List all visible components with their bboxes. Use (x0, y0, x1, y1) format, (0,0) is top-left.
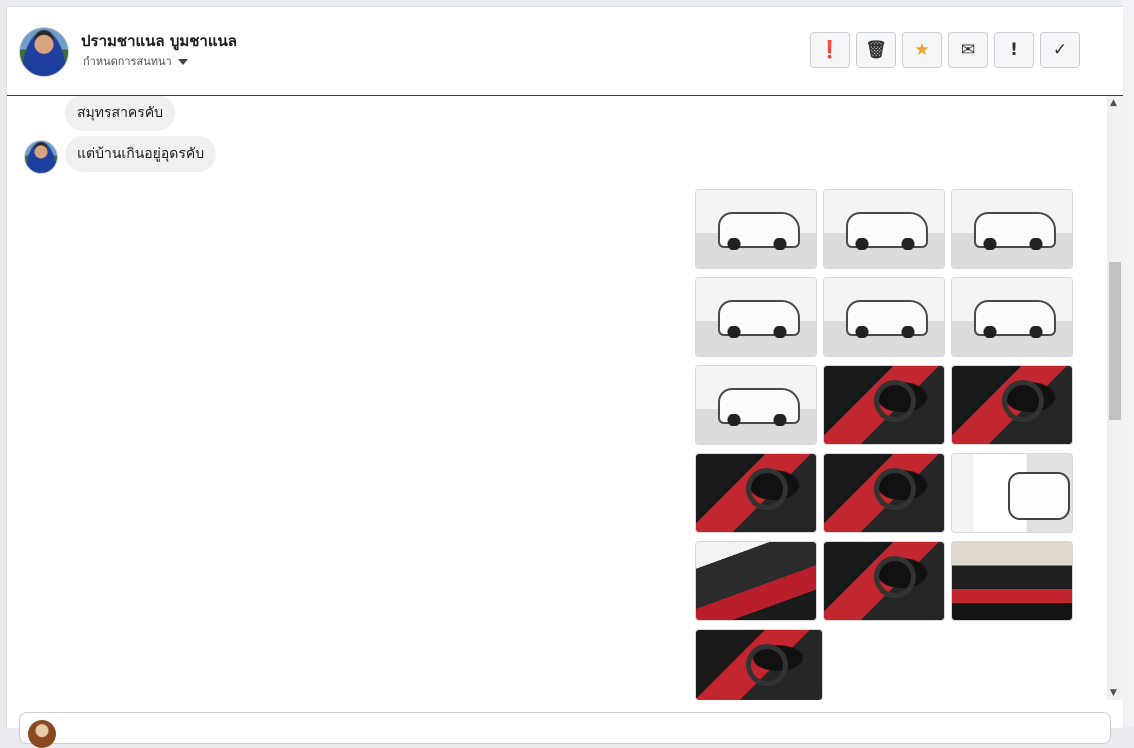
mark-spam-button[interactable]: ❗ (810, 32, 850, 68)
car-photo-9[interactable] (951, 365, 1073, 445)
car-photo-4[interactable] (695, 277, 817, 357)
page-avatar (28, 720, 56, 748)
car-photo-2[interactable] (823, 189, 945, 269)
check-icon: ✓ (1052, 40, 1068, 60)
car-photo-16[interactable] (695, 629, 823, 700)
car-photo-8[interactable] (823, 365, 945, 445)
caret-down-icon (177, 59, 188, 65)
conversation-panel: ปรามชาแนล บูมชาแนล กำหนดการสนทนา ❗ 🗑 ★ ✉… (6, 6, 1123, 748)
conversation-toolbar: ❗ 🗑 ★ ✉ ! ✓ (810, 32, 1080, 68)
thread-scrollbar[interactable]: ▲ ▼ (1107, 96, 1123, 700)
reply-composer[interactable] (19, 712, 1111, 748)
conversation-settings-dropdown[interactable]: กำหนดการสนทนา (83, 52, 188, 70)
car-photo-13[interactable] (695, 541, 817, 621)
car-photo-14[interactable] (823, 541, 945, 621)
car-photo-15[interactable] (951, 541, 1073, 621)
car-photo-12[interactable] (951, 453, 1073, 533)
contact-name[interactable]: ปรามชาแนล บูมชาแนล (81, 29, 237, 53)
star-icon: ★ (914, 40, 930, 60)
trash-icon: 🗑 (865, 40, 887, 60)
message-bubble: แต่บ้านเกินอยู่อุดรคับ (65, 136, 217, 172)
scroll-down-icon[interactable]: ▼ (1110, 688, 1117, 698)
car-photo-7[interactable] (695, 365, 817, 445)
conversation-settings-label: กำหนดการสนทนา (83, 55, 172, 68)
alert-circle-icon: ❗ (819, 40, 841, 60)
car-photo-5[interactable] (823, 277, 945, 357)
conversation-header: ปรามชาแนล บูมชาแนล กำหนดการสนทนา ❗ 🗑 ★ ✉… (7, 7, 1123, 96)
scroll-thumb[interactable] (1109, 262, 1121, 420)
scroll-up-icon[interactable]: ▲ (1110, 98, 1117, 108)
delete-button[interactable]: 🗑 (856, 32, 896, 68)
car-photo-1[interactable] (695, 189, 817, 269)
window-right-rail (1122, 0, 1134, 727)
car-photo-11[interactable] (823, 453, 945, 533)
car-photo-6[interactable] (951, 277, 1073, 357)
follow-up-button[interactable]: ! (994, 32, 1034, 68)
envelope-icon: ✉ (960, 40, 976, 60)
exclamation-icon: ! (1010, 40, 1018, 60)
message-thread[interactable]: สมุทรสาครคับ แต่บ้านเกินอยู่อุดรคับ (7, 96, 1107, 700)
sender-avatar (24, 140, 58, 174)
message-bubble: สมุทรสาครคับ (65, 96, 176, 131)
contact-avatar[interactable] (19, 27, 69, 77)
car-photo-10[interactable] (695, 453, 817, 533)
mark-unread-button[interactable]: ✉ (948, 32, 988, 68)
star-button[interactable]: ★ (902, 32, 942, 68)
car-photo-3[interactable] (951, 189, 1073, 269)
mark-done-button[interactable]: ✓ (1040, 32, 1080, 68)
